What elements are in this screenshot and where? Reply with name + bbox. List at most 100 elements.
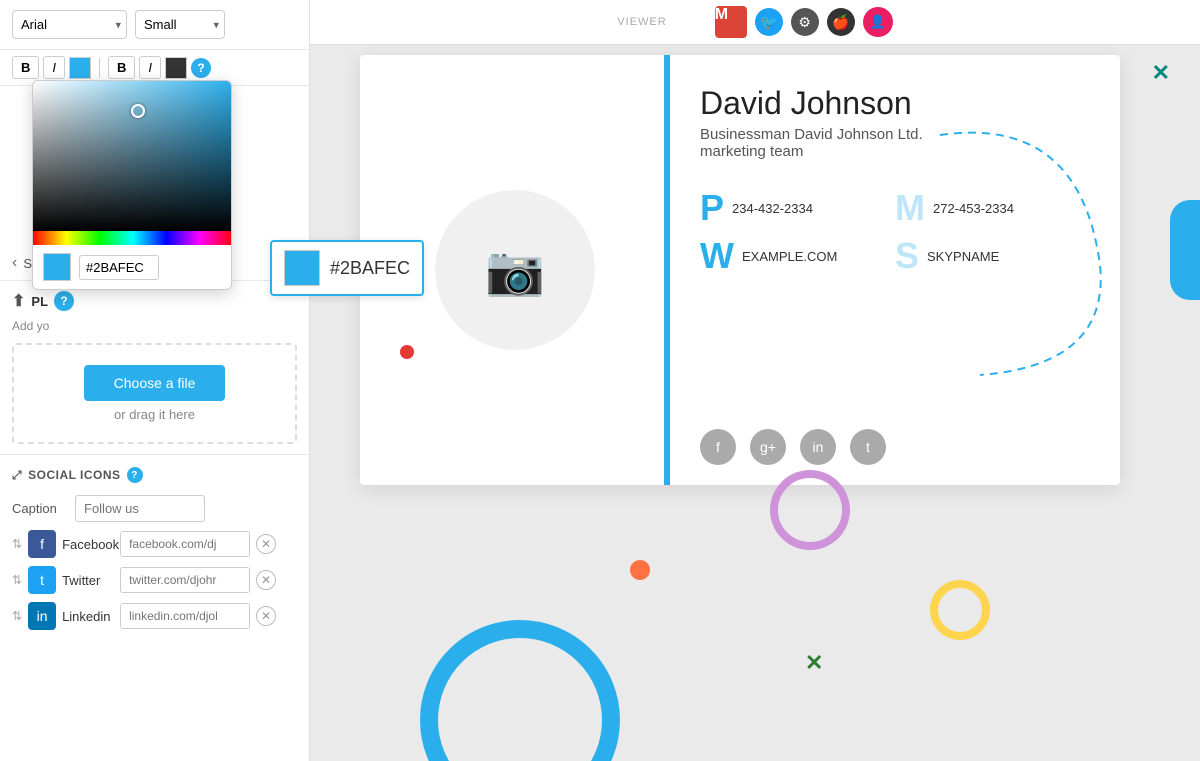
format-separator	[99, 58, 100, 78]
help-icon[interactable]: ?	[191, 58, 211, 78]
color-popup-float: #2BAFEC	[270, 240, 424, 296]
contact-phone2-value: 272-453-2334	[933, 201, 1014, 216]
italic-button[interactable]: I	[43, 56, 65, 79]
gmail-icon[interactable]: M	[715, 6, 747, 38]
social-section: ⤢ SOCIAL ICONS ? Caption ⇅ f Facebook ✕ …	[0, 454, 309, 646]
drag-text: or drag it here	[24, 407, 285, 422]
contact-letter-w: W	[700, 238, 734, 274]
contact-phone1: P 234-432-2334	[700, 190, 895, 226]
size-select-wrapper[interactable]: Small Medium Large	[135, 10, 225, 39]
card-name: David Johnson	[700, 85, 1090, 122]
card-googleplus-icon: g+	[750, 429, 786, 465]
social-header-label: SOCIAL ICONS	[28, 468, 120, 482]
photo-header: ⬆ PL ?	[12, 291, 297, 311]
viewer-label: VIEWER	[617, 16, 666, 28]
photo-help-icon[interactable]: ?	[54, 291, 74, 311]
contact-letter-s: S	[895, 238, 919, 274]
social-share-icon: ⤢	[12, 468, 22, 483]
twitter-logo: t	[28, 566, 56, 594]
drag-handle-linkedin[interactable]: ⇅	[12, 609, 22, 623]
deco-orange-dot	[630, 560, 650, 580]
deco-cross-green: ✕	[805, 650, 823, 676]
card-title-line2: marketing team	[700, 143, 1090, 160]
caption-input[interactable]	[75, 495, 205, 522]
social-item-twitter: ⇅ t Twitter ✕	[12, 566, 297, 594]
font-select[interactable]: Arial Times New Roman Helvetica	[12, 10, 127, 39]
social-help-icon[interactable]: ?	[127, 467, 143, 483]
card-title-line1: Businessman David Johnson Ltd.	[700, 126, 1090, 143]
left-panel: Arial Times New Roman Helvetica Small Me…	[0, 0, 310, 761]
deco-swirl-right	[1170, 200, 1200, 300]
twitter-url-input[interactable]	[120, 567, 250, 593]
contact-website: W EXAMPLE.COM	[700, 238, 895, 274]
twitter-topbar-icon[interactable]: 🐦	[755, 8, 783, 36]
linkedin-logo: in	[28, 602, 56, 630]
card-right: David Johnson Businessman David Johnson …	[670, 55, 1120, 485]
card-social-icons: f g+ in t	[700, 429, 1090, 465]
contact-phone2: M 272-453-2334	[895, 190, 1090, 226]
color-hex-input[interactable]	[79, 255, 159, 280]
contact-letter-p: P	[700, 190, 724, 226]
facebook-logo: f	[28, 530, 56, 558]
upload-icon: ⬆	[12, 291, 25, 311]
linkedin-label: Linkedin	[62, 609, 114, 624]
contact-skype-value: SKYPNAME	[927, 249, 999, 264]
red-dot	[400, 345, 414, 359]
photo-section: ⬆ PL ? Add yo Choose a file or drag it h…	[0, 280, 309, 454]
arrow-left-button[interactable]: ‹	[12, 254, 17, 272]
color-hue-bar[interactable]	[33, 231, 232, 245]
size-select[interactable]: Small Medium Large	[135, 10, 225, 39]
social-item-facebook: ⇅ f Facebook ✕	[12, 530, 297, 558]
toolbar-row: Arial Times New Roman Helvetica Small Me…	[0, 0, 309, 50]
social-caption-row: Caption	[12, 495, 297, 522]
bold-button[interactable]: B	[12, 56, 39, 79]
color-popup-text: #2BAFEC	[330, 258, 410, 279]
deco-circle-blue-large	[420, 620, 620, 761]
twitter-label: Twitter	[62, 573, 114, 588]
facebook-url-input[interactable]	[120, 531, 250, 557]
facebook-label: Facebook	[62, 537, 114, 552]
upload-area[interactable]: Choose a file or drag it here	[12, 343, 297, 444]
deco-circle-purple	[770, 470, 850, 550]
color-hex-swatch[interactable]	[43, 253, 71, 281]
camera-icon: 📷	[485, 242, 545, 299]
italic-button-2[interactable]: I	[139, 56, 161, 79]
drag-handle-twitter[interactable]: ⇅	[12, 573, 22, 587]
contact-skype: S SKYPNAME	[895, 238, 1090, 274]
deco-circle-yellow	[930, 580, 990, 640]
font-select-wrapper[interactable]: Arial Times New Roman Helvetica	[12, 10, 127, 39]
main-area: VIEWER M 🐦 ⚙ 🍎 👤 📷 David Johnson Busines…	[310, 0, 1200, 761]
drag-handle-facebook[interactable]: ⇅	[12, 537, 22, 551]
deco-cross-teal: ✕	[1152, 60, 1170, 86]
bold-button-2[interactable]: B	[108, 56, 135, 79]
business-card: 📷 David Johnson Businessman David Johnso…	[360, 55, 1120, 485]
user-avatar[interactable]: 👤	[863, 7, 893, 37]
photo-header-label: PL	[31, 294, 48, 309]
social-item-linkedin: ⇅ in Linkedin ✕	[12, 602, 297, 630]
facebook-close-button[interactable]: ✕	[256, 534, 276, 554]
contact-letter-m: M	[895, 190, 925, 226]
card-photo-area[interactable]: 📷	[435, 190, 595, 350]
card-twitter-icon: t	[850, 429, 886, 465]
card-title: Businessman David Johnson Ltd. marketing…	[700, 126, 1090, 160]
color-gradient[interactable]	[33, 81, 232, 231]
contact-website-value: EXAMPLE.COM	[742, 249, 837, 264]
card-linkedin-icon: in	[800, 429, 836, 465]
color-swatch-left[interactable]	[69, 57, 91, 79]
choose-file-button[interactable]: Choose a file	[84, 365, 226, 401]
apple-icon[interactable]: 🍎	[827, 8, 855, 36]
twitter-close-button[interactable]: ✕	[256, 570, 276, 590]
viewer-topbar: VIEWER M 🐦 ⚙ 🍎 👤	[310, 0, 1200, 45]
color-picker-popup	[32, 80, 232, 290]
social-header: ⤢ SOCIAL ICONS ?	[12, 467, 297, 483]
color-cursor[interactable]	[131, 104, 145, 118]
linkedin-close-button[interactable]: ✕	[256, 606, 276, 626]
photo-desc: Add yo	[12, 319, 297, 333]
settings-icon[interactable]: ⚙	[791, 8, 819, 36]
color-swatch-right[interactable]	[165, 57, 187, 79]
contact-phone1-value: 234-432-2334	[732, 201, 813, 216]
color-hex-row	[33, 245, 231, 289]
linkedin-url-input[interactable]	[120, 603, 250, 629]
color-popup-swatch	[284, 250, 320, 286]
card-contacts: P 234-432-2334 M 272-453-2334 W EXAMPLE.…	[700, 190, 1090, 274]
